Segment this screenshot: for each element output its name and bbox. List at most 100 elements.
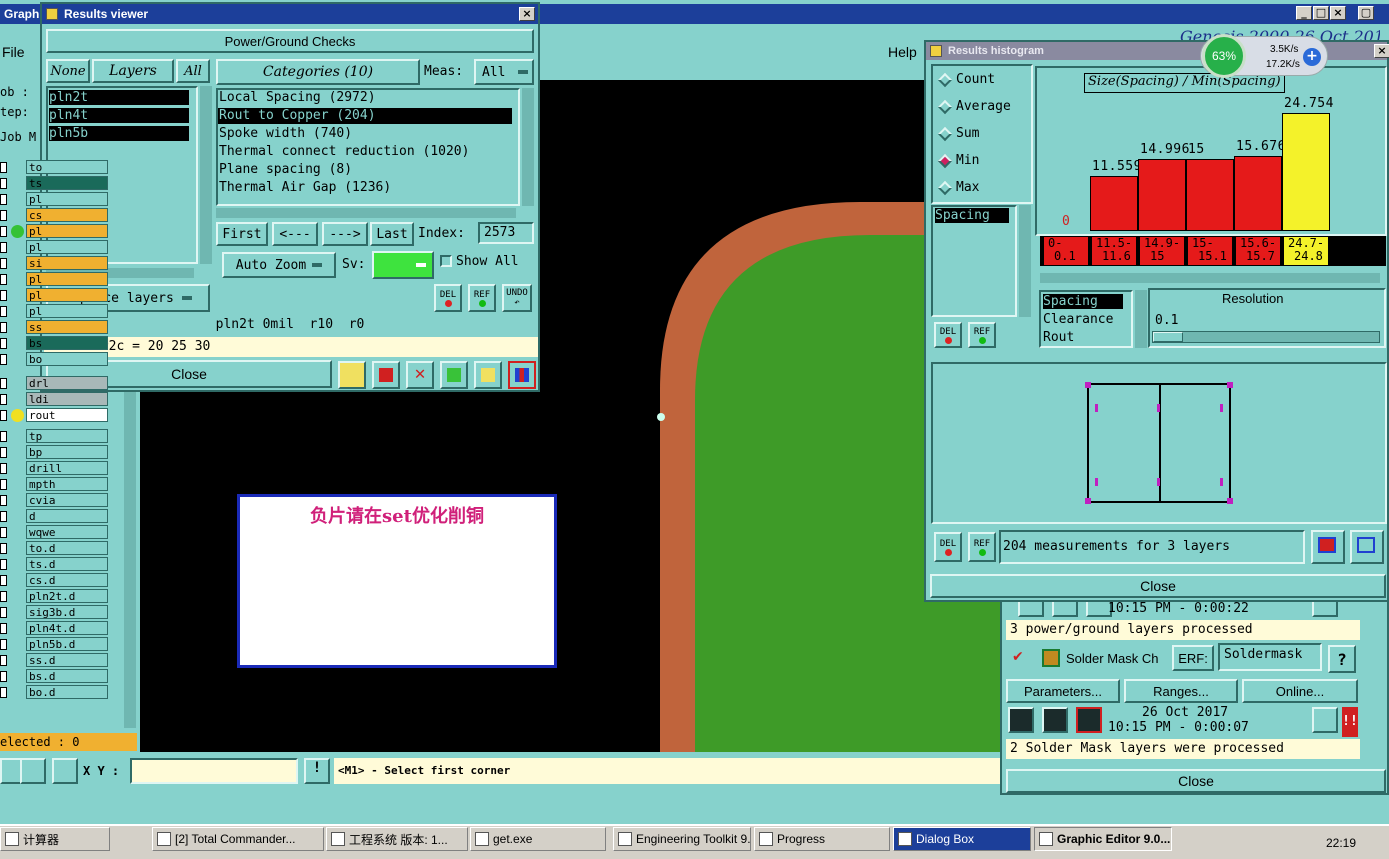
layer-item[interactable]: bp	[26, 445, 108, 459]
layer-item[interactable]: cvia	[26, 493, 108, 507]
copy-icon[interactable]	[440, 361, 468, 389]
histogram-hscroll[interactable]	[1040, 273, 1380, 283]
layer-checkbox[interactable]	[0, 623, 7, 634]
warning-icon[interactable]: !	[304, 758, 330, 784]
histogram-close-icon[interactable]: ×	[1374, 44, 1389, 58]
layer-item[interactable]: tp	[26, 429, 108, 443]
none-button[interactable]: None	[46, 59, 90, 83]
parameters-button[interactable]: Parameters...	[1006, 679, 1120, 703]
help-button[interactable]: ?	[1328, 645, 1356, 673]
layer-checkbox[interactable]	[0, 639, 7, 650]
layer-checkbox[interactable]	[0, 671, 7, 682]
checklist-close-button[interactable]: Close	[1006, 769, 1386, 793]
layer-checkbox[interactable]	[0, 511, 7, 522]
layer-checkbox[interactable]	[0, 575, 7, 586]
meas-select[interactable]: All	[474, 59, 534, 85]
menu-file[interactable]: File	[2, 44, 25, 60]
layer-item[interactable]: cs.d	[26, 573, 108, 587]
measurement-item-2[interactable]: Rout	[1043, 330, 1074, 345]
category-vscroll[interactable]	[522, 88, 534, 206]
histogram-close-button[interactable]: Close	[930, 574, 1386, 598]
layer-item[interactable]: rout	[26, 408, 108, 422]
layer-item[interactable]: pl	[26, 192, 108, 206]
layer-checkbox[interactable]	[0, 274, 7, 285]
layer-checkbox[interactable]	[0, 290, 7, 301]
alert-icon[interactable]: !!	[1342, 707, 1358, 737]
layer-checkbox[interactable]	[0, 306, 7, 317]
histogram-bar[interactable]	[1090, 176, 1138, 231]
layer-checkbox[interactable]	[0, 178, 7, 189]
category-item[interactable]: Thermal connect reduction (1020)	[218, 144, 512, 160]
stop-icon[interactable]	[1076, 707, 1102, 733]
layer-checkbox[interactable]	[0, 591, 7, 602]
check-enable-icon[interactable]: ✔	[1012, 649, 1024, 665]
resolution-slider-thumb[interactable]	[1153, 332, 1183, 342]
layer-checkbox[interactable]	[0, 226, 7, 237]
histogram-bin-label[interactable]: 15- 15.1	[1188, 237, 1232, 265]
show-all-checkbox[interactable]	[440, 255, 452, 267]
minimize-icon[interactable]: _	[1296, 6, 1312, 20]
taskbar-item[interactable]: 工程系统 版本: 1...	[326, 827, 468, 851]
measurement-item-0[interactable]: Spacing	[1043, 294, 1123, 309]
layer-item[interactable]: sig3b.d	[26, 605, 108, 619]
histogram-ref-button[interactable]: REF	[968, 322, 996, 348]
category-item[interactable]: Rout to Copper (204)	[218, 108, 512, 124]
layer-item[interactable]: pl	[26, 288, 108, 302]
layer-item[interactable]: to	[26, 160, 108, 174]
histogram-bar[interactable]	[1138, 159, 1186, 231]
layer-item[interactable]: pln2t.d	[26, 589, 108, 603]
layer-item[interactable]: mpth	[26, 477, 108, 491]
layer-item[interactable]: pl	[26, 224, 108, 238]
all-layers-button[interactable]: All	[176, 59, 210, 83]
del-button[interactable]: DEL	[434, 284, 462, 312]
first-button[interactable]: First	[216, 222, 268, 246]
histogram-icon[interactable]	[508, 361, 536, 389]
layer-item-2[interactable]: pln5b	[49, 126, 189, 141]
category-item[interactable]: Plane spacing (8)	[218, 162, 512, 178]
layer-checkbox[interactable]	[0, 655, 7, 666]
online-button[interactable]: Online...	[1242, 679, 1358, 703]
restore-icon[interactable]: ▢	[1358, 6, 1374, 20]
layer-item[interactable]: ldi	[26, 392, 108, 406]
layer-checkbox[interactable]	[0, 354, 7, 365]
measurement-vscroll[interactable]	[1135, 290, 1147, 348]
layer-item[interactable]: wqwe	[26, 525, 108, 539]
category-item[interactable]: Local Spacing (2972)	[218, 90, 512, 106]
histogram-bin-label[interactable]: 11.5- 11.6	[1092, 237, 1136, 265]
ranges-button[interactable]: Ranges...	[1124, 679, 1238, 703]
histogram-bar[interactable]	[1186, 159, 1234, 231]
xy-input[interactable]	[130, 758, 298, 784]
layer-checkbox[interactable]	[0, 194, 7, 205]
layer-item-1[interactable]: pln4t	[49, 108, 189, 123]
index-input[interactable]: 2573	[478, 222, 534, 244]
menu-help[interactable]: Help	[888, 44, 917, 60]
layer-item[interactable]: ts	[26, 176, 108, 190]
erase-icon[interactable]: ✕	[406, 361, 434, 389]
undo-button[interactable]: UNDO ↶	[502, 284, 532, 312]
close-icon[interactable]: ×	[1330, 6, 1346, 20]
job-tab[interactable]: Job M	[0, 130, 36, 144]
resolution-slider[interactable]	[1152, 331, 1380, 343]
category-item[interactable]: Thermal Air Gap (1236)	[218, 180, 512, 196]
category-item[interactable]: Spoke width (740)	[218, 126, 512, 142]
layer-item[interactable]: si	[26, 256, 108, 270]
taskbar-item[interactable]: Dialog Box	[893, 827, 1031, 851]
layer-list-vscroll[interactable]	[200, 86, 212, 264]
grid-tool-icon[interactable]	[52, 758, 78, 784]
layer-item-0[interactable]: pln2t	[49, 90, 189, 105]
layer-checkbox[interactable]	[0, 447, 7, 458]
highlight-icon[interactable]	[338, 361, 366, 389]
layer-checkbox[interactable]	[0, 338, 7, 349]
histogram-bin-label[interactable]: 15.6- 15.7	[1236, 237, 1280, 265]
histogram-bin-label[interactable]: 24.7- 24.8	[1284, 237, 1328, 265]
layer-item[interactable]: bs	[26, 336, 108, 350]
layer-item[interactable]: drill	[26, 461, 108, 475]
layer-item[interactable]: drl	[26, 376, 108, 390]
layer-item[interactable]: ss.d	[26, 653, 108, 667]
layer-item[interactable]: bo.d	[26, 685, 108, 699]
histogram-bin-label[interactable]: 14.9- 15	[1140, 237, 1184, 265]
layer-item[interactable]: pl	[26, 304, 108, 318]
prev-button[interactable]: <---	[272, 222, 318, 246]
layer-checkbox[interactable]	[0, 687, 7, 698]
layer-checkbox[interactable]	[0, 258, 7, 269]
